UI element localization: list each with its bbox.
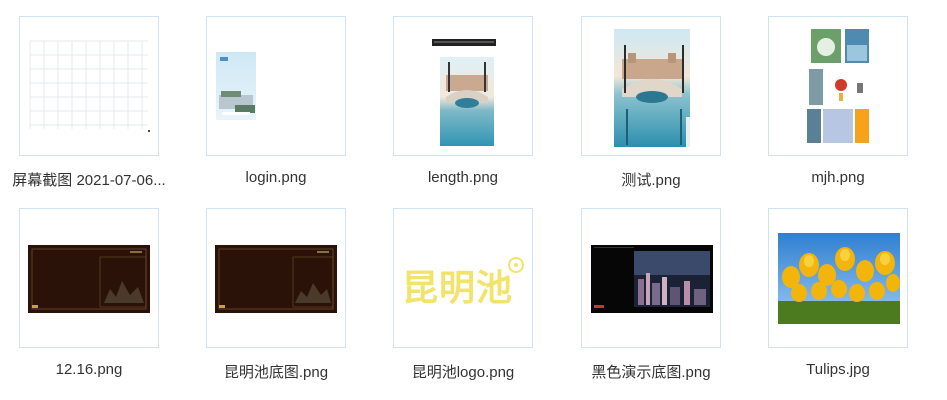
- file-name[interactable]: 测试.png: [561, 169, 741, 190]
- file-item[interactable]: 黑色演示底图.png: [581, 208, 721, 381]
- tulips-thumbnail: [768, 208, 908, 348]
- file-item[interactable]: mjh.png: [768, 16, 908, 186]
- file-item[interactable]: login.png: [206, 16, 346, 186]
- file-name[interactable]: length.png: [373, 169, 553, 186]
- file-item[interactable]: 昆明池 昆明池logo.png: [393, 208, 533, 381]
- file-item[interactable]: length.png: [393, 16, 533, 186]
- yellow-logo-thumbnail: 昆明池: [393, 208, 533, 348]
- file-name[interactable]: 12.16.png: [0, 361, 179, 378]
- file-item[interactable]: 测试.png: [581, 16, 721, 189]
- file-item[interactable]: Tulips.jpg: [768, 208, 908, 378]
- collage-thumbnail: [768, 16, 908, 156]
- file-name[interactable]: login.png: [186, 169, 366, 186]
- file-item[interactable]: 12.16.png: [19, 208, 159, 378]
- dark-city-thumbnail: [581, 208, 721, 348]
- logo-text: 昆明池: [402, 267, 514, 309]
- dark-frame-thumbnail: [206, 208, 346, 348]
- file-item[interactable]: 昆明池底图.png: [206, 208, 346, 381]
- file-name[interactable]: 昆明池logo.png: [373, 361, 553, 382]
- dark-frame-thumbnail: [19, 208, 159, 348]
- file-name[interactable]: mjh.png: [748, 169, 928, 186]
- file-name[interactable]: 屏幕截图 2021-07-06...: [0, 169, 187, 190]
- file-name[interactable]: 昆明池底图.png: [186, 361, 366, 382]
- file-name[interactable]: 黑色演示底图.png: [561, 361, 741, 382]
- file-name[interactable]: Tulips.jpg: [748, 361, 928, 378]
- plaza-bridge-thumbnail: [581, 16, 721, 156]
- grid-screenshot-thumbnail: [19, 16, 159, 156]
- file-item[interactable]: 屏幕截图 2021-07-06...: [12, 16, 166, 189]
- plaza-bridge-thumbnail: [393, 16, 533, 156]
- login-thumbnail: [206, 16, 346, 156]
